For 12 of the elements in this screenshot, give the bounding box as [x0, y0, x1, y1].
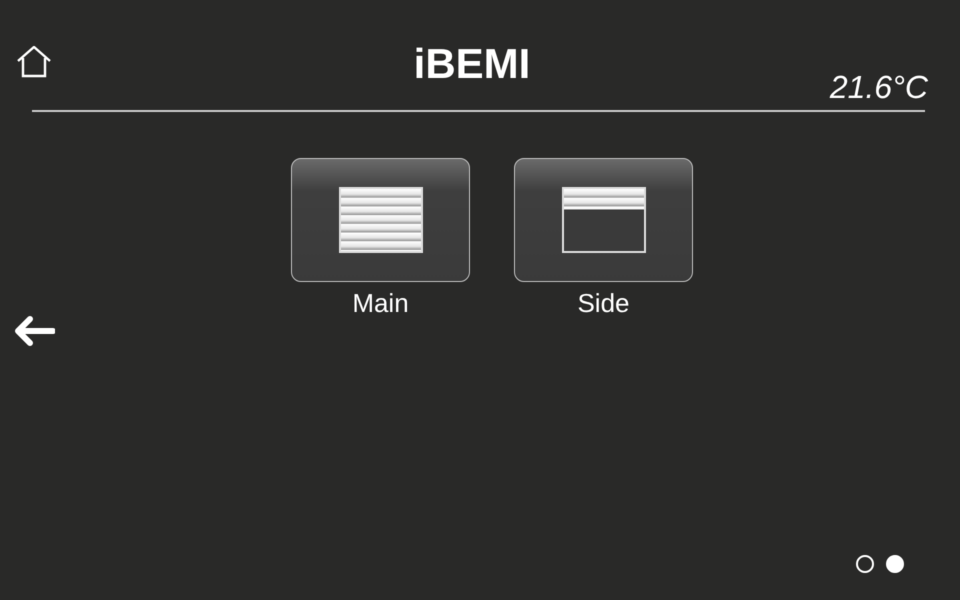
shutter-button[interactable]	[291, 158, 470, 282]
shutter-icon	[338, 187, 422, 253]
app-title: iBEMI	[414, 40, 530, 88]
shutter-label: Side	[577, 288, 630, 319]
page-indicator-dot[interactable]	[886, 555, 904, 573]
temperature-reading: 21.6°C	[830, 69, 928, 107]
home-icon[interactable]	[16, 46, 52, 78]
back-arrow-icon[interactable]	[13, 316, 55, 346]
page-indicator-dot[interactable]	[856, 555, 874, 573]
shutter-icon	[562, 187, 646, 253]
shutter-button[interactable]	[514, 158, 693, 282]
shutter-label: Main	[352, 288, 409, 319]
